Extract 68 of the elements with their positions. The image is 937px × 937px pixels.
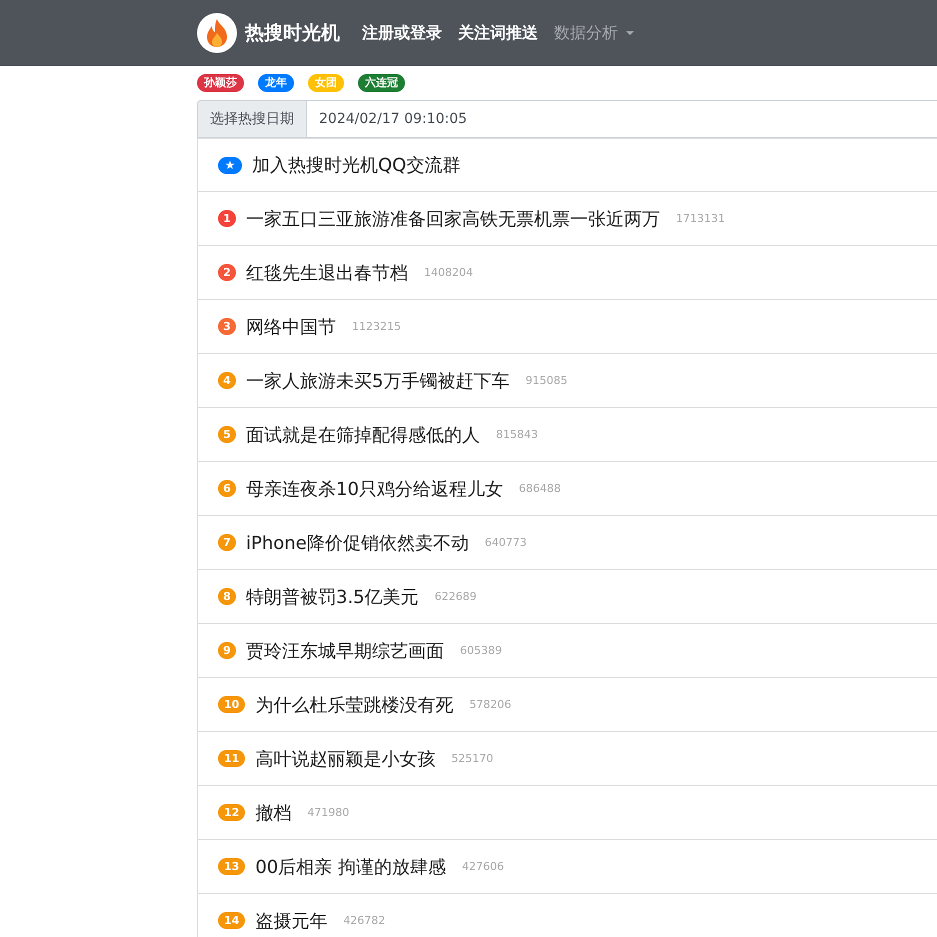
heat-count: 471980 (307, 806, 350, 819)
topic-title: 为什么杜乐莹跳楼没有死 (255, 694, 454, 716)
heat-count: 622689 (434, 590, 477, 603)
flame-logo-icon (197, 13, 237, 53)
nav-link[interactable]: 关注词推送 (458, 22, 538, 44)
topic-item[interactable]: 1 一家五口三亚旅游准备回家高铁无票机票一张近两万 1713131 (197, 192, 937, 246)
heat-count: 640773 (484, 536, 527, 549)
heat-count: 427606 (462, 860, 504, 873)
heat-count: 525170 (451, 752, 494, 765)
rank-badge: 7 (218, 534, 236, 551)
heat-count: 578206 (469, 698, 512, 711)
heat-count: 1408204 (424, 266, 473, 279)
rank-badge: 6 (218, 480, 236, 497)
rank-badge: 10 (218, 696, 246, 713)
rank-badge: 8 (218, 588, 236, 605)
topic-title: 红毯先生退出春节档 (246, 262, 408, 284)
topic-title: 00后相亲 拘谨的放肆感 (255, 856, 446, 878)
heat-count: 426782 (343, 914, 386, 927)
topic-item[interactable]: 2 红毯先生退出春节档 1408204 (197, 246, 937, 300)
topic-item[interactable]: 8 特朗普被罚3.5亿美元 622689 (197, 570, 937, 624)
topic-title: 加入热搜时光机QQ交流群 (252, 154, 460, 177)
rank-badge: 12 (218, 804, 246, 821)
topic-item[interactable]: 12 撤档 471980 (197, 786, 937, 840)
heat-count: 605389 (460, 644, 502, 657)
rank-badge: 5 (218, 426, 236, 443)
rank-badge: 9 (218, 642, 236, 659)
topic-title: 一家人旅游未买5万手镯被赶下车 (246, 370, 510, 392)
rank-badge: 11 (218, 750, 246, 767)
topic-title: 盗摄元年 (255, 910, 328, 932)
topic-item[interactable]: 11 高叶说赵丽颖是小女孩 525170 (197, 732, 937, 786)
topic-item[interactable]: 7 iPhone降价促销依然卖不动 640773 (197, 516, 937, 570)
tag-badge[interactable]: 孙颖莎 (197, 74, 244, 92)
heat-count: 1713131 (676, 212, 725, 225)
heat-count: 686488 (518, 482, 561, 495)
date-label: 选择热搜日期 (197, 100, 307, 138)
topic-item[interactable]: 加入热搜时光机QQ交流群 (197, 138, 937, 192)
topic-item[interactable]: 5 面试就是在筛掉配得感低的人 815843 (197, 408, 937, 462)
rank-badge: 13 (218, 858, 246, 875)
rank-badge: 1 (218, 210, 236, 227)
topic-title: 特朗普被罚3.5亿美元 (246, 586, 419, 608)
star-icon (225, 160, 235, 170)
topic-title: 高叶说赵丽颖是小女孩 (255, 748, 436, 770)
topic-title: iPhone降价促销依然卖不动 (246, 532, 469, 554)
rank-badge: 2 (218, 264, 236, 281)
topic-title: 撤档 (255, 802, 292, 824)
brand-link[interactable]: 热搜时光机 (197, 13, 340, 53)
topic-title: 网络中国节 (246, 316, 336, 338)
topic-item[interactable]: 13 00后相亲 拘谨的放肆感 427606 (197, 840, 937, 894)
tag-badge[interactable]: 六连冠 (358, 74, 405, 92)
topic-item[interactable]: 9 贾玲汪东城早期综艺画面 605389 (197, 624, 937, 678)
topic-item[interactable]: 10 为什么杜乐莹跳楼没有死 578206 (197, 678, 937, 732)
date-input[interactable]: 2024/02/17 09:10:05 (307, 100, 937, 138)
caret-icon (626, 30, 634, 36)
tag-badge[interactable]: 龙年 (258, 74, 294, 92)
topic-item[interactable]: 6 母亲连夜杀10只鸡分给返程儿女 686488 (197, 462, 937, 516)
topic-title: 面试就是在筛掉配得感低的人 (246, 424, 480, 446)
topic-title: 一家五口三亚旅游准备回家高铁无票机票一张近两万 (246, 208, 660, 230)
heat-count: 915085 (525, 374, 568, 387)
rank-badge: 14 (218, 912, 246, 929)
topic-title: 贾玲汪东城早期综艺画面 (246, 640, 444, 662)
rank-badge: 3 (218, 318, 236, 335)
heat-count: 815843 (496, 428, 538, 441)
nav-link[interactable]: 注册或登录 (362, 22, 442, 44)
heat-count: 1123215 (352, 320, 401, 333)
topic-item[interactable]: 4 一家人旅游未买5万手镯被赶下车 915085 (197, 354, 937, 408)
topic-title: 母亲连夜杀10只鸡分给返程儿女 (246, 478, 503, 500)
rank-badge: 4 (218, 372, 236, 389)
topic-item[interactable]: 3 网络中国节 1123215 (197, 300, 937, 354)
